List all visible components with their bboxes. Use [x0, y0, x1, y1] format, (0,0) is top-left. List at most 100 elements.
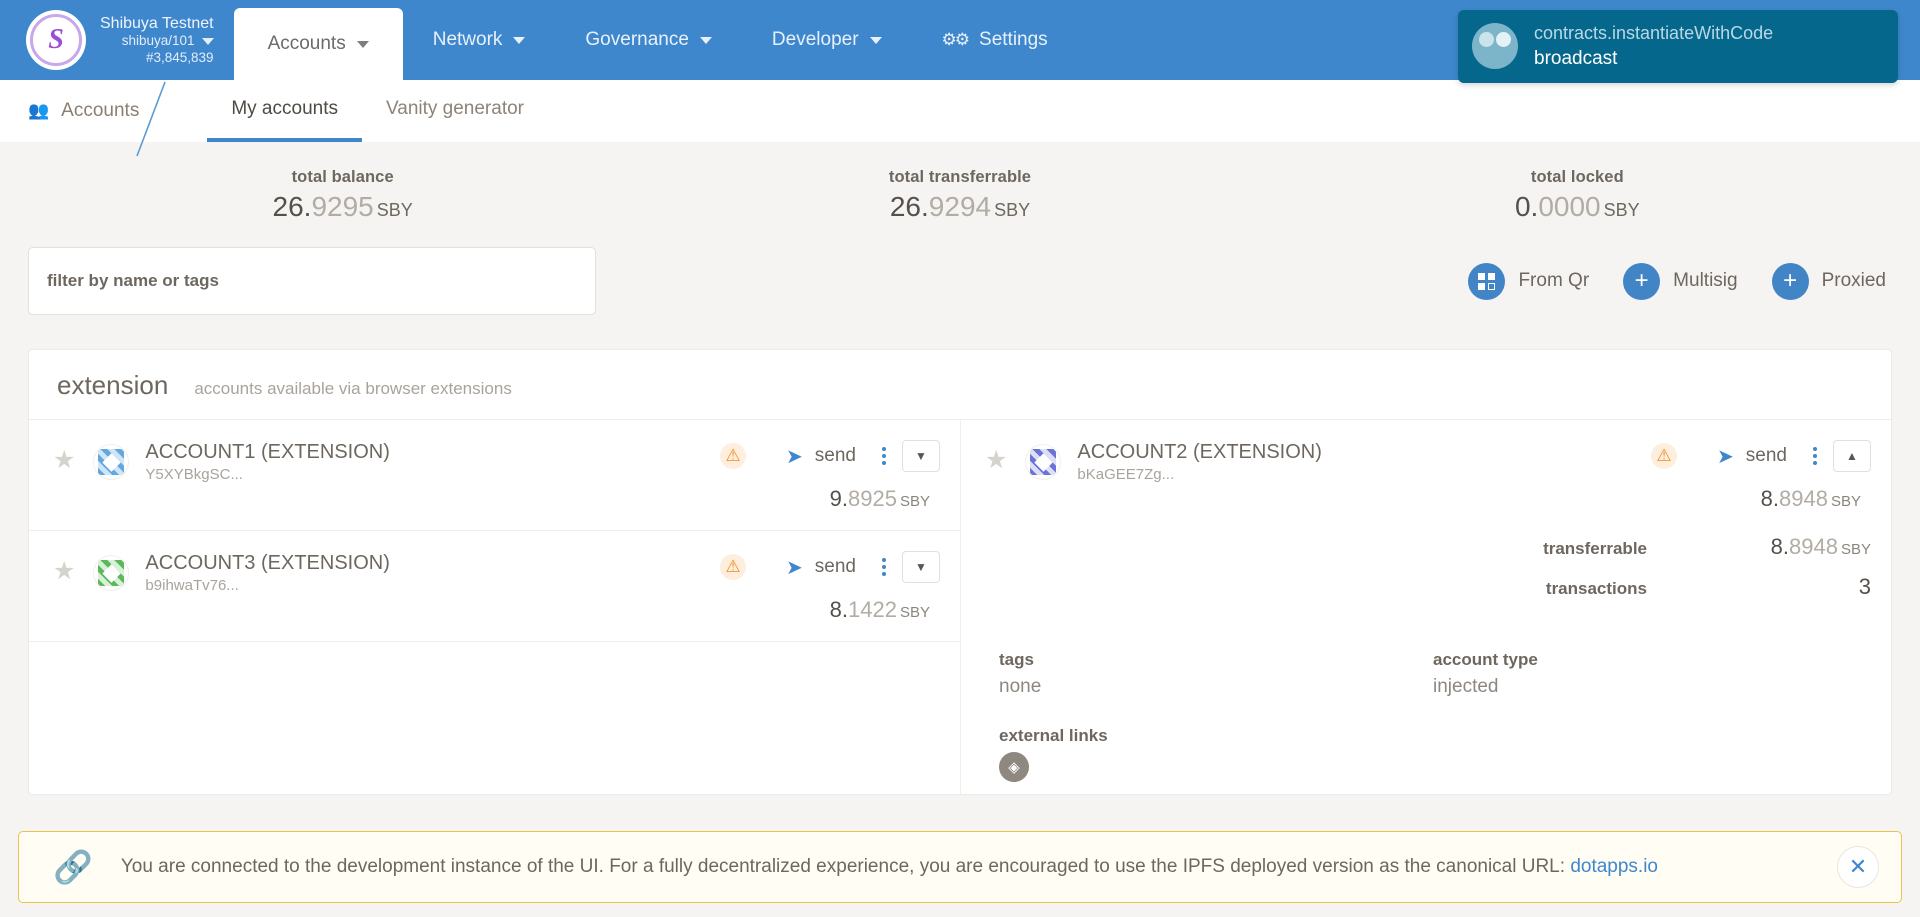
plus-icon: + [1623, 262, 1661, 300]
more-options-icon[interactable] [1813, 447, 1817, 465]
value-unit: SBY [1840, 541, 1871, 558]
value-unit: SBY [1603, 200, 1640, 220]
toast-title: contracts.instantiateWithCode [1534, 23, 1774, 43]
account-meta: ACCOUNT1 (EXTENSION) Y5XYBkgSC... [145, 440, 720, 483]
identicon [93, 555, 130, 591]
table-row[interactable]: ★ ACCOUNT3 (EXTENSION) b9ihwaTv76... ⚠ ➤… [29, 531, 960, 642]
chain-logo[interactable]: S [26, 10, 86, 70]
value-decimal: 8948 [1779, 486, 1828, 511]
tab-vanity-generator[interactable]: Vanity generator [362, 80, 548, 142]
favorite-star-icon[interactable]: ★ [53, 559, 75, 584]
value-decimal: 0000 [1538, 191, 1601, 222]
top-navigation-bar: S Shibuya Testnet shibuya/101 #3,845,839… [0, 0, 1920, 83]
account-action-buttons: ⚠ ➤ send ▲ [1651, 440, 1871, 472]
send-label: send [814, 445, 856, 466]
value-integer: 0. [1514, 191, 1539, 222]
table-row[interactable]: ★ ACCOUNT1 (EXTENSION) Y5XYBkgSC... ⚠ ➤ … [29, 420, 960, 531]
chain-selector[interactable]: Shibuya Testnet shibuya/101 #3,845,839 [100, 14, 214, 66]
extension-section-subtitle: accounts available via browser extension… [194, 379, 512, 398]
expand-row-button[interactable]: ▼ [902, 440, 940, 472]
account-meta-grid: tags none account type injected external… [961, 624, 1891, 794]
send-button[interactable]: ➤ send [1717, 444, 1787, 469]
table-row[interactable]: ★ ACCOUNT2 (EXTENSION) bKaGEE7Zg... ⚠ ➤ … [961, 420, 1891, 530]
gear-icon: ⚙⚙ [941, 30, 971, 49]
value-integer: 26. [889, 191, 929, 222]
dotapps-link[interactable]: dotapps.io [1570, 856, 1658, 877]
meta-tags: tags none [999, 650, 1433, 698]
account-balance: 9.8925 SBY [830, 486, 930, 512]
breadcrumb-separator [136, 81, 167, 157]
value-unit: SBY [1830, 493, 1861, 510]
expand-row-button[interactable]: ▼ [902, 551, 940, 583]
favorite-star-icon[interactable]: ★ [985, 448, 1007, 473]
multisig-button[interactable]: + Multisig [1623, 262, 1738, 300]
summary-total-transferrable-label: total transferrable [888, 168, 1032, 186]
summary-total-balance: total balance 26.9295 SBY [34, 168, 651, 223]
send-button[interactable]: ➤ send [786, 555, 856, 580]
account-column-right: ★ ACCOUNT2 (EXTENSION) bKaGEE7Zg... ⚠ ➤ … [960, 420, 1891, 794]
identicon [1025, 444, 1062, 480]
from-qr-button[interactable]: From Qr [1468, 262, 1590, 300]
avatar [1472, 23, 1518, 70]
main-nav: Accounts Network Governance Developer ⚙⚙… [233, 0, 1078, 80]
value-unit: SBY [899, 493, 930, 510]
nav-item-developer[interactable]: Developer [742, 0, 912, 80]
qr-icon [1468, 262, 1506, 300]
filter-and-actions-row: From Qr + Multisig + Proxied [28, 239, 1892, 315]
multisig-label: Multisig [1673, 270, 1738, 291]
tab-vanity-generator-label: Vanity generator [385, 98, 524, 119]
chevron-down-icon [699, 36, 712, 44]
account-balance: 8.8948 SBY [1761, 486, 1861, 512]
chain-block-number: #3,845,839 [145, 49, 214, 65]
chain-name: Shibuya Testnet [100, 14, 214, 32]
more-options-icon[interactable] [882, 447, 886, 465]
favorite-star-icon[interactable]: ★ [53, 448, 75, 473]
account-grid: ★ ACCOUNT1 (EXTENSION) Y5XYBkgSC... ⚠ ➤ … [29, 420, 1891, 794]
account-address: bKaGEE7Zg... [1077, 466, 1175, 483]
value-decimal: 8948 [1789, 534, 1838, 559]
breadcrumb: 👥 Accounts [0, 80, 169, 157]
warning-icon[interactable]: ⚠ [1651, 443, 1678, 469]
toast-body: contracts.instantiateWithCode broadcast [1534, 22, 1773, 71]
filter-input[interactable] [28, 247, 596, 315]
chain-spec: shibuya/101 [121, 33, 195, 49]
polkascan-icon[interactable]: ◈ [999, 752, 1029, 782]
from-qr-label: From Qr [1518, 270, 1590, 291]
close-icon[interactable]: ✕ [1837, 846, 1879, 888]
chevron-down-icon[interactable] [201, 38, 214, 46]
value-decimal: 1422 [848, 597, 897, 622]
tab-my-accounts[interactable]: My accounts [207, 80, 362, 142]
summary-total-transferrable: total transferrable 26.9294 SBY [651, 168, 1268, 223]
nav-item-settings[interactable]: ⚙⚙ Settings [912, 0, 1078, 80]
account-column-left: ★ ACCOUNT1 (EXTENSION) Y5XYBkgSC... ⚠ ➤ … [29, 420, 960, 794]
extension-section: extension accounts available via browser… [28, 349, 1892, 795]
meta-account-type: account type injected [1433, 650, 1867, 698]
nav-item-network[interactable]: Network [403, 0, 556, 80]
detail-transactions-value: 3 [1858, 574, 1871, 599]
send-button[interactable]: ➤ send [786, 444, 856, 469]
people-icon: 👥 [28, 101, 50, 120]
transaction-status-toast[interactable]: contracts.instantiateWithCode broadcast [1458, 10, 1898, 83]
nav-item-governance[interactable]: Governance [555, 0, 742, 80]
warning-icon[interactable]: ⚠ [720, 554, 747, 580]
account-name: ACCOUNT1 (EXTENSION) [145, 441, 390, 463]
value-integer: 8. [1760, 486, 1780, 511]
nav-item-accounts[interactable]: Accounts [233, 8, 403, 80]
nav-item-network-label: Network [432, 29, 503, 50]
summary-total-locked-label: total locked [1530, 168, 1624, 186]
detail-transferrable-value: 8.8948 SBY [1671, 534, 1871, 560]
meta-external-links-label: external links [999, 726, 1108, 745]
value-unit: SBY [899, 604, 930, 621]
value-integer: 26. [272, 191, 312, 222]
meta-tags-label: tags [999, 650, 1034, 669]
warning-icon[interactable]: ⚠ [720, 443, 747, 469]
identicon [93, 444, 130, 480]
meta-external-links: external links ◈ [999, 726, 1433, 782]
chain-logo-glyph: S [30, 14, 82, 66]
proxied-button[interactable]: + Proxied [1771, 262, 1886, 300]
breadcrumb-tab-bar: 👥 Accounts My accounts Vanity generator [0, 80, 1920, 157]
value-integer: 8. [829, 597, 849, 622]
summary-total-locked-value: 0.0000 SBY [1269, 191, 1886, 223]
more-options-icon[interactable] [882, 558, 886, 576]
collapse-row-button[interactable]: ▲ [1833, 440, 1871, 472]
